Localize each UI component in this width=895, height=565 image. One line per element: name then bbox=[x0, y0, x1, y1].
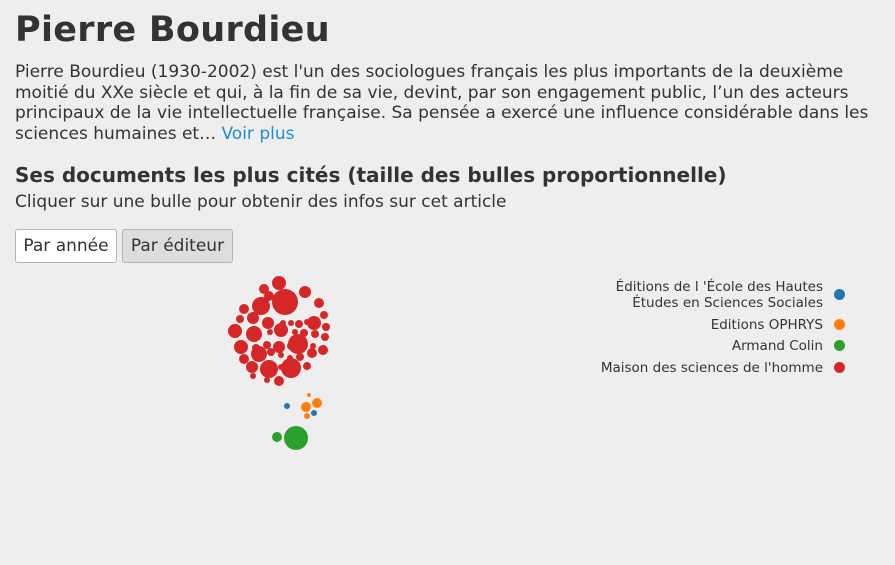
legend-item: Armand Colin bbox=[601, 338, 845, 354]
document-bubble[interactable] bbox=[284, 403, 290, 409]
document-bubble[interactable] bbox=[236, 315, 244, 323]
document-bubble[interactable] bbox=[272, 432, 282, 442]
document-bubble[interactable] bbox=[311, 410, 317, 416]
by-publisher-button[interactable]: Par éditeur bbox=[122, 229, 233, 263]
document-bubble[interactable] bbox=[310, 343, 316, 349]
legend-label: Editions OPHRYS bbox=[710, 316, 823, 333]
legend-label: Armand Colin bbox=[731, 338, 823, 354]
document-bubble[interactable] bbox=[314, 298, 324, 308]
author-name: Pierre Bourdieu bbox=[15, 10, 330, 50]
document-bubble[interactable] bbox=[251, 346, 267, 362]
document-bubble[interactable] bbox=[264, 377, 270, 383]
document-bubble[interactable] bbox=[267, 329, 273, 335]
legend-label: Éditions de l 'École des Hautes bbox=[615, 279, 823, 295]
document-bubble[interactable] bbox=[246, 326, 262, 342]
document-bubble[interactable] bbox=[239, 354, 249, 364]
legend-item: Editions OPHRYS bbox=[601, 317, 845, 333]
document-bubble[interactable] bbox=[284, 426, 308, 450]
section-hint: Cliquer sur une bulle pour obtenir des i… bbox=[15, 192, 507, 212]
document-bubble[interactable] bbox=[307, 316, 321, 330]
document-bubble[interactable] bbox=[228, 324, 242, 338]
legend-item: Maison des sciences de l'homme bbox=[601, 360, 845, 376]
document-bubble[interactable] bbox=[288, 334, 308, 354]
legend-swatch bbox=[834, 361, 845, 373]
document-bubble[interactable] bbox=[278, 352, 284, 358]
legend-swatch bbox=[834, 318, 845, 330]
document-bubble[interactable] bbox=[311, 330, 319, 338]
legend-swatch bbox=[834, 289, 845, 300]
legend-label: Études en Sciences Sociales bbox=[632, 295, 823, 311]
document-bubble[interactable] bbox=[274, 376, 284, 386]
document-bubble[interactable] bbox=[296, 353, 304, 361]
bio-text: Pierre Bourdieu (1930-2002) est l'un des… bbox=[15, 62, 869, 144]
document-bubble[interactable] bbox=[262, 317, 274, 329]
document-bubble[interactable] bbox=[299, 286, 311, 298]
document-bubble[interactable] bbox=[295, 320, 303, 328]
document-bubble[interactable] bbox=[260, 360, 278, 378]
legend-label: Maison des sciences de l'homme bbox=[600, 359, 823, 376]
document-bubble[interactable] bbox=[272, 276, 286, 290]
document-bubble[interactable] bbox=[301, 402, 311, 412]
document-bubble[interactable] bbox=[307, 348, 317, 358]
author-bio: Pierre Bourdieu (1930-2002) est l'un des… bbox=[15, 62, 875, 144]
section-title: Ses documents les plus cités (taille des… bbox=[15, 163, 727, 187]
document-bubble[interactable] bbox=[250, 373, 256, 379]
document-bubble[interactable] bbox=[322, 323, 330, 331]
document-bubble[interactable] bbox=[304, 413, 310, 419]
document-bubble[interactable] bbox=[234, 340, 248, 354]
legend-swatch bbox=[834, 340, 845, 351]
document-bubble[interactable] bbox=[281, 358, 301, 378]
document-bubble[interactable] bbox=[272, 289, 298, 315]
document-bubble[interactable] bbox=[239, 304, 249, 314]
document-bubble[interactable] bbox=[303, 362, 311, 370]
document-bubble[interactable] bbox=[246, 361, 258, 373]
document-bubble[interactable] bbox=[312, 398, 322, 408]
document-bubble[interactable] bbox=[321, 333, 329, 341]
document-bubble[interactable] bbox=[247, 312, 259, 324]
by-year-button[interactable]: Par année bbox=[15, 229, 117, 263]
legend-item: Éditions de l 'École des Hautes Études en… bbox=[601, 279, 845, 311]
document-bubble[interactable] bbox=[274, 323, 288, 337]
document-bubble[interactable] bbox=[263, 341, 271, 349]
document-bubble[interactable] bbox=[318, 345, 328, 355]
document-bubble[interactable] bbox=[320, 311, 328, 319]
see-more-link[interactable]: Voir plus bbox=[222, 124, 295, 144]
document-bubble[interactable] bbox=[267, 348, 275, 356]
document-bubble[interactable] bbox=[288, 320, 294, 326]
document-bubble[interactable] bbox=[307, 393, 311, 397]
bubble-chart bbox=[228, 276, 330, 450]
publisher-legend: Éditions de l 'École des Hautes Études en… bbox=[601, 279, 845, 381]
